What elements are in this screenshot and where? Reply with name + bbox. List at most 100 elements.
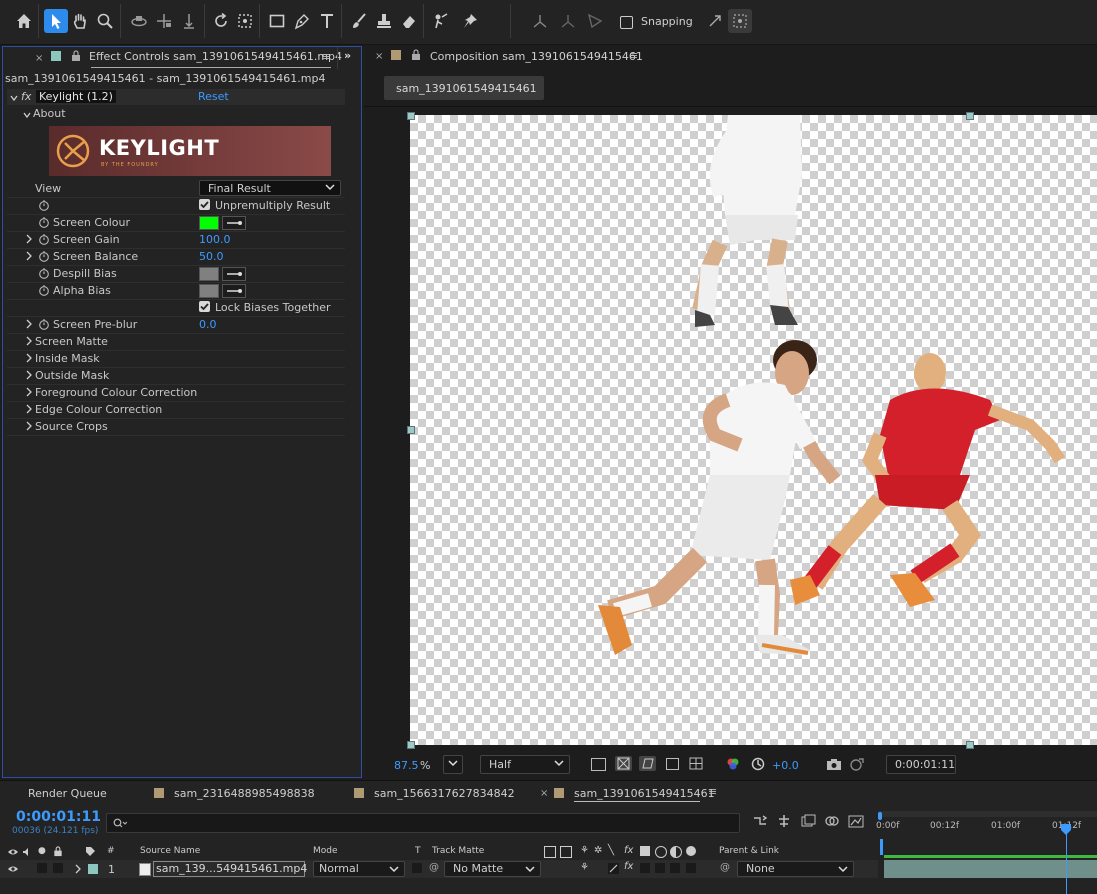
motion-blur-icon[interactable] [824,814,840,828]
composition-viewer[interactable] [410,115,1097,745]
transform-handle[interactable] [407,426,415,434]
orbit-camera-icon[interactable] [127,9,151,33]
chevron-right-icon[interactable] [25,421,33,431]
exposure-value[interactable]: +0.0 [772,759,799,772]
preserve-transparency-switch[interactable] [412,863,422,873]
comp-subtab[interactable]: sam_1391061549415461 [384,76,544,100]
effect-controls-tab[interactable]: Effect Controls sam_1391061549415461.mp4 [89,50,342,63]
parent-dropdown[interactable]: None [737,861,854,877]
roto-brush-tool-icon[interactable] [429,9,453,33]
work-area-start-handle[interactable] [878,812,882,820]
effect-header-row[interactable]: fx Keylight (1.2) Reset [7,89,345,105]
stopwatch-icon[interactable] [38,199,50,211]
reset-link[interactable]: Reset [198,90,229,103]
axis-local-icon[interactable] [528,9,552,33]
3d-layer-icon[interactable] [686,846,696,856]
effect-name[interactable]: Keylight (1.2) [36,90,116,103]
motion-blur-switch-icon[interactable]: ╲ [608,845,614,856]
lock-biases-checkbox[interactable] [199,301,210,312]
screen-balance-value[interactable]: 50.0 [199,250,224,263]
group-edge-colour-correction[interactable]: Edge Colour Correction [7,401,345,419]
pen-tool-icon[interactable] [290,9,314,33]
layer-name-field[interactable]: sam_139...549415461.mp4 [153,861,307,877]
stopwatch-icon[interactable] [38,284,50,296]
lock-icon[interactable] [71,50,81,62]
timeline-tab-2[interactable]: sam_1566317627834842 [374,787,515,800]
transform-handle[interactable] [407,112,415,120]
chevron-right-icon[interactable] [25,370,33,380]
solo-switch[interactable] [37,863,47,873]
screen-colour-swatch[interactable] [199,216,219,230]
adjustment-layer-icon[interactable] [670,846,682,858]
fast-preview-icon[interactable] [591,758,606,771]
audio-icon[interactable] [22,847,32,857]
snapping-checkbox[interactable] [620,16,633,29]
screen-gain-value[interactable]: 100.0 [199,233,231,246]
transparency-grid-icon[interactable] [615,756,632,771]
fx-switch-icon[interactable]: fx [624,845,633,856]
axis-world-icon[interactable] [556,9,580,33]
track-matte-dropdown[interactable]: No Matte [444,861,541,877]
lock-switch[interactable] [53,863,63,873]
label-tag-icon[interactable] [85,846,96,857]
chevron-right-icon[interactable] [25,251,33,261]
quality-draft-switch[interactable] [608,863,619,874]
axis-view-icon[interactable] [583,9,607,33]
chevron-right-icon[interactable] [25,234,33,244]
brush-tool-icon[interactable] [347,9,371,33]
parent-pickwhip-icon[interactable]: @ [720,862,730,873]
unpremultiply-checkbox[interactable] [199,199,210,210]
zoom-value[interactable]: 87.5 [394,759,419,772]
eraser-tool-icon[interactable] [397,9,421,33]
lock-icon[interactable] [53,846,63,857]
rectangle-tool-icon[interactable] [265,9,289,33]
transform-handle[interactable] [407,741,415,749]
frame-blend-switch-icon[interactable] [640,846,650,856]
timeline-tab-3[interactable]: sam_1391061549415461 [574,787,715,800]
layer-row[interactable]: 1 sam_139...549415461.mp4 Normal @ No Ma… [0,860,878,878]
reset-exposure-icon[interactable] [751,757,765,771]
transform-handle[interactable] [966,741,974,749]
chevron-right-icon[interactable] [25,387,33,397]
stopwatch-icon[interactable] [38,233,50,245]
solo-icon[interactable]: ● [38,846,46,856]
transform-handle[interactable] [966,112,974,120]
chevron-down-icon[interactable] [10,93,18,103]
eyedropper-icon[interactable] [222,284,246,298]
panel-menu-icon[interactable]: ≡ [708,785,717,798]
eyedropper-icon[interactable] [222,267,246,281]
view-dropdown[interactable]: Final Result [199,180,341,196]
quality-switch-icon[interactable]: ⚘ [580,862,589,873]
eye-icon[interactable] [7,865,19,873]
layer-search-input[interactable] [106,813,740,833]
stopwatch-icon[interactable] [38,267,50,279]
close-tab-icon[interactable]: × [540,788,548,799]
zoom-dropdown[interactable] [443,755,463,774]
group-inside-mask[interactable]: Inside Mask [7,350,345,368]
adjustment-switch[interactable] [670,863,680,873]
expand-panels-icon[interactable]: » [344,49,351,62]
quality-icon[interactable]: ⚘ [580,845,589,856]
fx-icon[interactable]: fx [21,90,31,103]
group-screen-matte[interactable]: Screen Matte [7,333,345,351]
fx-switch-icon[interactable]: fx [624,861,633,872]
clone-stamp-tool-icon[interactable] [372,9,396,33]
collapse-switch-icon[interactable] [560,846,572,858]
draft-3d-icon[interactable] [776,814,792,828]
effects-switch-icon[interactable]: ✲ [594,845,602,856]
pan-camera-icon[interactable] [152,9,176,33]
current-time-field[interactable]: 0:00:01:11 [886,755,956,774]
stopwatch-icon[interactable] [38,216,50,228]
close-tab-icon[interactable]: × [375,51,383,62]
grid-guide-icon[interactable] [689,757,703,770]
anchor-point-tool-icon[interactable] [233,9,257,33]
group-source-crops[interactable]: Source Crops [7,418,345,436]
group-outside-mask[interactable]: Outside Mask [7,367,345,385]
3d-switch[interactable] [686,863,696,873]
comp-mini-flowchart-icon[interactable] [752,814,768,828]
matte-link-icon[interactable]: @ [429,862,439,873]
current-time-display[interactable]: 0:00:01:11 [16,809,101,825]
snap-feather-icon[interactable] [703,9,727,33]
chevron-right-icon[interactable] [25,404,33,414]
selection-tool-icon[interactable] [44,9,68,33]
